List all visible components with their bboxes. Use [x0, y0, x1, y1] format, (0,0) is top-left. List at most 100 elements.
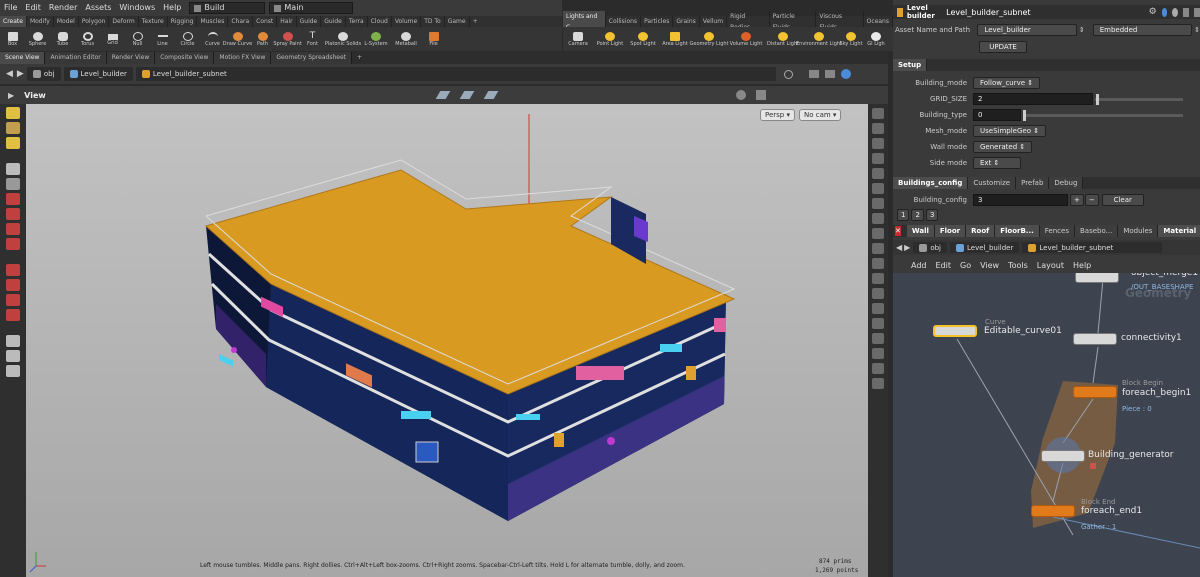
shelf-tab[interactable]: Collisions	[606, 16, 642, 27]
add-pane-tab-icon[interactable]: +	[352, 52, 367, 64]
select-prims-icon[interactable]	[6, 223, 20, 235]
scene-tool-icon[interactable]	[735, 90, 746, 100]
shelf-tab[interactable]: Create	[0, 16, 27, 27]
scene-viewport[interactable]: Persp ▾ No cam ▾ Left mouse tumbles. Mid…	[26, 104, 868, 577]
tab-render-view[interactable]: Render View	[106, 52, 156, 64]
tab-baseboard[interactable]: Basebo...	[1074, 225, 1119, 237]
node-foreach-end[interactable]	[1031, 505, 1075, 517]
tab-animation-editor[interactable]: Animation Editor	[45, 52, 107, 64]
tool-tube[interactable]: Tube	[50, 30, 75, 48]
camera-dropdown[interactable]: No cam ▾	[799, 109, 842, 121]
desktop-dropdown[interactable]: Build	[189, 2, 266, 14]
select-edges-icon[interactable]	[6, 208, 20, 220]
menu-assets[interactable]: Assets	[81, 0, 115, 16]
tab-floorb[interactable]: FloorB...	[995, 225, 1040, 237]
forward-arrow-icon[interactable]: ▶	[904, 243, 910, 252]
building-mode-dropdown[interactable]: Follow_curve ⇕	[973, 77, 1041, 89]
tool-torus[interactable]: Torus	[75, 30, 100, 48]
info-icon[interactable]	[1172, 7, 1179, 17]
breadcrumb-level-builder[interactable]: Level_builder	[949, 242, 1020, 253]
select-points-icon[interactable]	[6, 193, 20, 205]
tool-spray-paint[interactable]: Spray Paint	[273, 30, 302, 48]
shelf-tab[interactable]: Muscles	[197, 16, 229, 27]
context-dropdown[interactable]: Main	[269, 2, 354, 14]
building-type-slider[interactable]	[1023, 109, 1183, 121]
template-icon[interactable]	[872, 273, 884, 284]
breadcrumb-level-builder-subnet[interactable]: Level_builder_subnet	[1022, 242, 1163, 253]
page-3[interactable]: 3	[925, 209, 939, 221]
tool-point-light[interactable]: Point Light	[593, 30, 627, 48]
tool-camera[interactable]: Camera	[563, 30, 593, 48]
snap-points-icon[interactable]	[483, 91, 499, 99]
node-editable-curve[interactable]	[933, 325, 977, 337]
pose-tool-icon[interactable]	[6, 163, 20, 175]
asset-mode-dropdown[interactable]: Embedded	[1092, 24, 1193, 36]
slider-handle[interactable]	[1023, 109, 1026, 121]
shelf-tab[interactable]: TD To	[421, 16, 445, 27]
network-menu-go[interactable]: Go	[960, 261, 971, 270]
tool-box[interactable]: Box	[0, 30, 25, 48]
node-foreach-begin[interactable]	[1073, 386, 1117, 398]
select-connected-icon[interactable]	[6, 294, 20, 306]
menu-help[interactable]: Help	[159, 0, 185, 16]
tab-composite-view[interactable]: Composite View	[155, 52, 215, 64]
update-button[interactable]: UPDATE	[979, 41, 1027, 53]
shading-icon[interactable]	[872, 138, 884, 149]
shelf-tab[interactable]: Chara	[228, 16, 254, 27]
network-menu-view[interactable]: View	[980, 261, 999, 270]
shelf-tab[interactable]: Guide	[321, 16, 346, 27]
view-expand-icon[interactable]: ▶	[8, 91, 14, 100]
node-connectivity[interactable]	[1073, 333, 1117, 345]
node-object-merge[interactable]	[1075, 273, 1119, 283]
persp-dropdown[interactable]: Persp ▾	[760, 109, 795, 121]
menu-file[interactable]: File	[0, 0, 21, 16]
side-mode-dropdown[interactable]: Ext ⇕	[973, 157, 1021, 169]
tool-l-system[interactable]: L-System	[361, 30, 391, 48]
tab-geometry-spreadsheet[interactable]: Geometry Spreadsheet	[271, 52, 352, 64]
ghost-icon[interactable]	[872, 258, 884, 269]
back-arrow-icon[interactable]: ◀	[896, 243, 902, 252]
tab-customize[interactable]: Customize	[968, 177, 1017, 189]
tool-sky-light[interactable]: Sky Light	[837, 30, 865, 48]
tool-null[interactable]: Null	[125, 30, 150, 48]
snap-grid-icon[interactable]	[459, 91, 475, 99]
shelf-tab[interactable]: Hair	[277, 16, 297, 27]
network-menu-add[interactable]: Add	[911, 261, 927, 270]
grid-display-icon[interactable]	[872, 348, 884, 359]
tab-roof[interactable]: Roof	[966, 225, 996, 237]
tool-curve[interactable]: Curve	[200, 30, 225, 48]
slider-handle[interactable]	[1096, 93, 1099, 105]
shelf-tab[interactable]: Volume	[392, 16, 422, 27]
display-options-icon[interactable]	[824, 70, 835, 78]
mesh-mode-dropdown[interactable]: UseSimpleGeo ⇕	[973, 125, 1047, 137]
shelf-tab[interactable]: Rigging	[168, 16, 198, 27]
grid-size-field[interactable]: 2	[973, 93, 1093, 105]
tab-floor[interactable]: Floor	[934, 225, 967, 237]
tool-gi-light[interactable]: GI Ligh	[865, 30, 887, 48]
guide-display-icon[interactable]	[872, 243, 884, 254]
select-vertices-icon[interactable]	[6, 238, 20, 250]
asset-menu-icon[interactable]: ⇕	[1079, 26, 1085, 34]
breadcrumb-level-builder-subnet[interactable]: Level_builder_subnet	[135, 67, 776, 81]
magnet-icon[interactable]	[6, 309, 20, 321]
shelf-tab[interactable]: Const	[253, 16, 278, 27]
select-groups-icon[interactable]	[6, 279, 20, 291]
shelf-tab[interactable]: Guide	[297, 16, 322, 27]
node-building-generator[interactable]	[1041, 450, 1085, 462]
menu-windows[interactable]: Windows	[115, 0, 159, 16]
shelf-tab[interactable]: Oceans	[864, 16, 893, 27]
handle-tool-icon[interactable]	[6, 137, 20, 149]
tool-platonic-solids[interactable]: Platonic Solids	[325, 30, 361, 48]
shelf-tab[interactable]: Terra	[346, 16, 368, 27]
viewport-menu-icon[interactable]	[755, 90, 766, 100]
asset-name-dropdown[interactable]: Level_builder	[977, 24, 1077, 36]
camera-icon[interactable]	[872, 363, 884, 374]
tool-spot-light[interactable]: Spot Light	[627, 30, 659, 48]
breadcrumb-obj[interactable]: obj	[26, 67, 61, 81]
uv-display-icon[interactable]	[872, 228, 884, 239]
network-menu-edit[interactable]: Edit	[936, 261, 952, 270]
tab-fences[interactable]: Fences	[1039, 225, 1075, 237]
shelf-tab[interactable]: Polygon	[79, 16, 110, 27]
select-objects-icon[interactable]	[6, 264, 20, 276]
normals-icon[interactable]	[872, 198, 884, 209]
